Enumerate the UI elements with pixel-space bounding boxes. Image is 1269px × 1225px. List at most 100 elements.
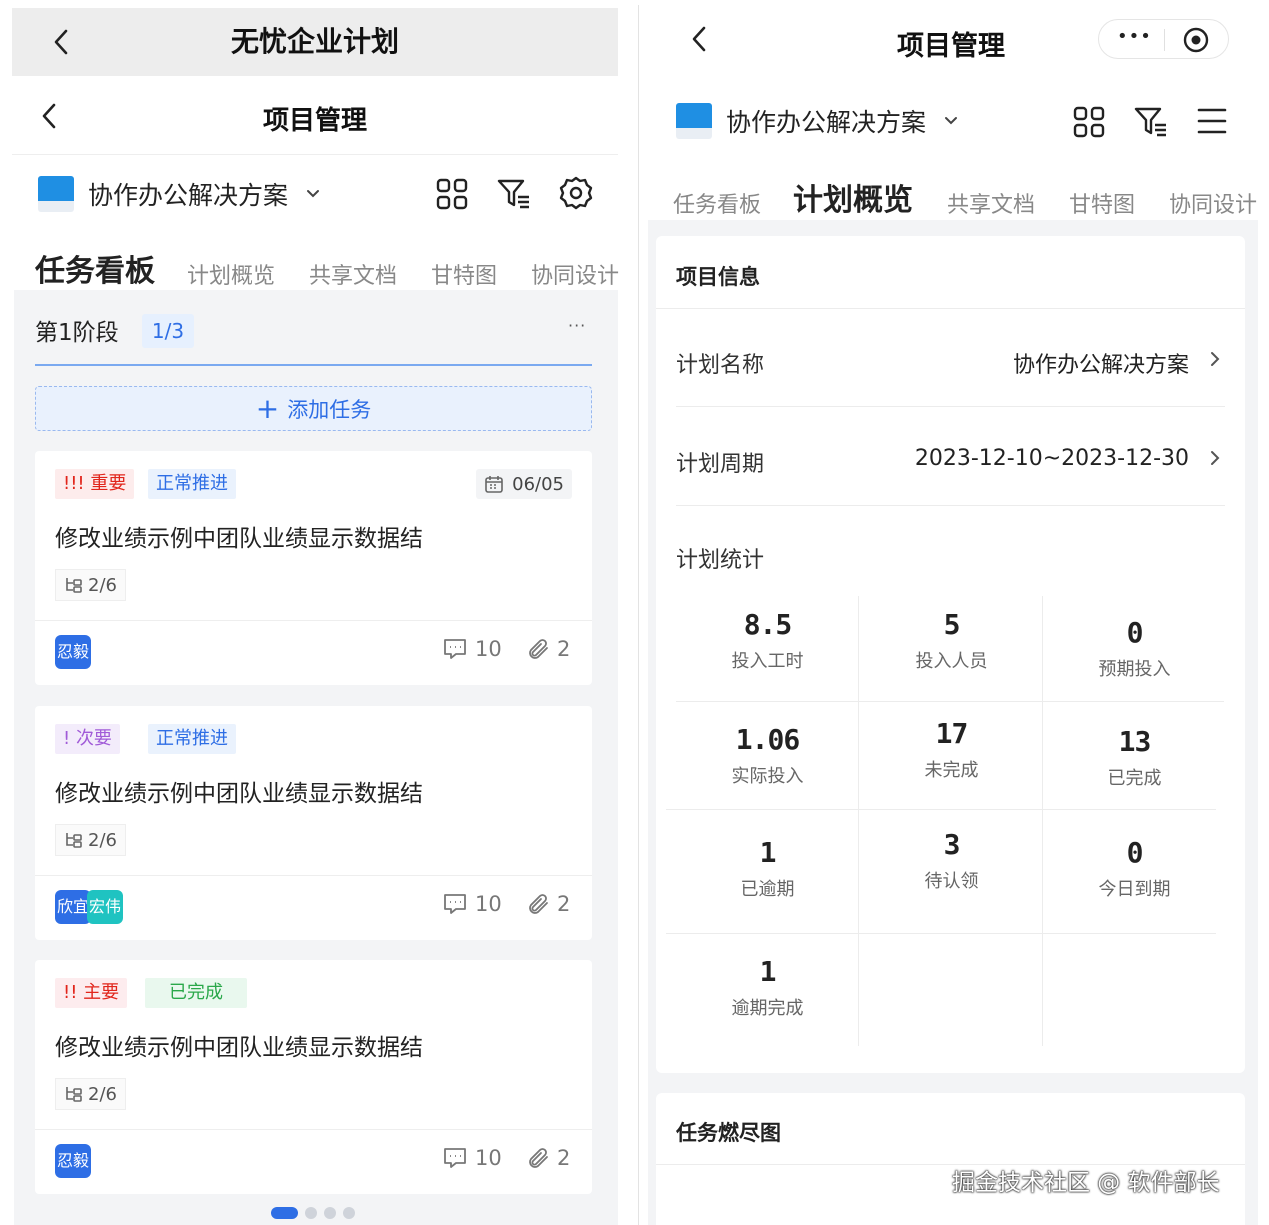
comment-icon	[443, 638, 467, 660]
tab-shared-docs[interactable]: 共享文档	[947, 187, 1035, 219]
avatar[interactable]: 欣宜	[55, 890, 91, 924]
filter-icon[interactable]	[1134, 106, 1168, 138]
due-date: 06/05	[512, 473, 564, 495]
attachments-count[interactable]: 2	[527, 1146, 570, 1170]
stage-count-badge: 1/3	[142, 314, 194, 348]
status-tag: 正常推进	[148, 724, 236, 754]
plan-period-row[interactable]: 计划周期 2023-12-10~2023-12-30	[676, 408, 1225, 506]
page-dot[interactable]	[324, 1207, 336, 1219]
stat-value: 17	[935, 717, 969, 750]
project-name: 协作办公解决方案	[726, 108, 927, 137]
attachments-count[interactable]: 2	[527, 637, 570, 661]
plus-icon: +	[255, 391, 280, 425]
paperclip-icon	[527, 1146, 551, 1170]
chevron-down-icon	[944, 116, 958, 126]
subtask-count: 2/6	[88, 1083, 117, 1105]
stat-value: 3	[943, 828, 961, 861]
tab-task-board[interactable]: 任务看板	[673, 187, 761, 219]
priority-tag: ! 次要	[55, 724, 120, 754]
tab-shared-docs[interactable]: 共享文档	[309, 258, 397, 290]
tab-co-design[interactable]: 协同设计	[1169, 187, 1257, 219]
tab-plan-overview[interactable]: 计划概览	[187, 258, 275, 290]
project-logo	[676, 103, 712, 139]
project-logo	[38, 176, 74, 212]
filter-icon[interactable]	[497, 178, 531, 210]
stat-value: 0	[1126, 836, 1144, 869]
avatar[interactable]: 忍毅	[55, 635, 91, 669]
stat-value: 1	[759, 836, 777, 869]
tab-co-design[interactable]: 协同设计	[531, 258, 619, 290]
section-title: 任务燃尽图	[676, 1121, 781, 1145]
tab-gantt[interactable]: 甘特图	[431, 258, 497, 290]
comments-count[interactable]: 10	[443, 637, 502, 661]
stat-item: 8.5 投入工时	[676, 608, 859, 673]
grid-view-icon[interactable]	[1073, 106, 1105, 138]
grid-view-icon[interactable]	[436, 178, 468, 210]
stat-label: 已逾期	[740, 879, 795, 900]
project-selector[interactable]: 协作办公解决方案	[676, 103, 958, 139]
menu-icon[interactable]	[1196, 106, 1228, 136]
stat-item: 1 逾期完成	[676, 955, 859, 1020]
stat-item: 5 投入人员	[860, 608, 1043, 673]
section-title: 项目信息	[676, 265, 760, 289]
stat-label: 投入工时	[731, 651, 804, 672]
subtask-icon	[64, 576, 84, 594]
subtask-icon	[64, 831, 84, 849]
stat-label: 投入人员	[915, 651, 988, 672]
close-target-icon[interactable]	[1183, 27, 1209, 53]
subtask-progress: 2/6	[55, 569, 126, 601]
chevron-right-icon	[1209, 350, 1221, 368]
grid-line	[676, 701, 1224, 702]
tab-gantt[interactable]: 甘特图	[1069, 187, 1135, 219]
attachments-count[interactable]: 2	[527, 892, 570, 916]
page-dot[interactable]	[305, 1207, 317, 1219]
stat-item: 0 预期投入	[1043, 616, 1226, 681]
task-card[interactable]: !! 主要 已完成 修改业绩示例中团队业绩显示数据结 2/6 忍毅 10 2	[35, 960, 592, 1194]
stat-label: 预期投入	[1098, 659, 1171, 680]
grid-line	[666, 809, 1216, 810]
page-indicator	[271, 1207, 362, 1219]
stat-label: 已完成	[1107, 768, 1162, 789]
status-tag: 已完成	[145, 978, 247, 1008]
add-task-button[interactable]: + 添加任务	[35, 386, 592, 431]
priority-tag: !!! 重要	[55, 469, 135, 499]
tab-plan-overview[interactable]: 计划概览	[793, 175, 913, 219]
comment-number: 10	[475, 1146, 502, 1170]
left-screen: 无忧企业计划 项目管理 协作办公解决方案 任务看板 计划概览 共享文档 甘特图 …	[0, 0, 636, 1225]
plan-name-label: 计划名称	[676, 353, 765, 378]
comments-count[interactable]: 10	[443, 1146, 502, 1170]
grid-line	[666, 933, 1216, 934]
wechat-app-title: 无忧企业计划	[230, 25, 399, 58]
page-dot[interactable]	[343, 1207, 355, 1219]
tab-task-board[interactable]: 任务看板	[35, 246, 155, 290]
comment-number: 10	[475, 892, 502, 916]
capsule-divider	[1164, 29, 1165, 51]
card-divider	[35, 620, 592, 621]
paperclip-icon	[527, 892, 551, 916]
stat-value: 1.06	[735, 723, 800, 756]
task-title: 修改业绩示例中团队业绩显示数据结	[55, 526, 423, 552]
comment-icon	[443, 893, 467, 915]
stat-label: 实际投入	[731, 766, 804, 787]
stat-item: 0 今日到期	[1043, 836, 1226, 901]
project-selector[interactable]: 协作办公解决方案	[38, 176, 320, 212]
mini-program-capsule: •••	[1098, 19, 1229, 59]
comment-number: 10	[475, 637, 502, 661]
comments-count[interactable]: 10	[443, 892, 502, 916]
subtask-count: 2/6	[88, 574, 117, 596]
stat-label: 未完成	[924, 760, 979, 781]
page-dot-active[interactable]	[271, 1207, 298, 1219]
due-date-chip: 06/05	[476, 469, 572, 499]
stat-value: 5	[943, 608, 961, 641]
stat-value: 13	[1118, 725, 1152, 758]
subtask-count: 2/6	[88, 829, 117, 851]
more-options-icon[interactable]: •••	[1117, 26, 1152, 47]
subtask-progress: 2/6	[55, 824, 126, 856]
more-options-icon[interactable]: ···	[568, 316, 586, 335]
avatar[interactable]: 宏伟	[87, 890, 123, 924]
settings-gear-icon[interactable]	[559, 176, 593, 210]
plan-name-row[interactable]: 计划名称 协作办公解决方案	[676, 309, 1225, 407]
task-card[interactable]: !!! 重要 正常推进 06/05 修改业绩示例中团队业绩显示数据结 2/6 忍…	[35, 451, 592, 685]
avatar[interactable]: 忍毅	[55, 1144, 91, 1178]
task-card[interactable]: ! 次要 正常推进 修改业绩示例中团队业绩显示数据结 2/6 欣宜 宏伟 10	[35, 706, 592, 940]
